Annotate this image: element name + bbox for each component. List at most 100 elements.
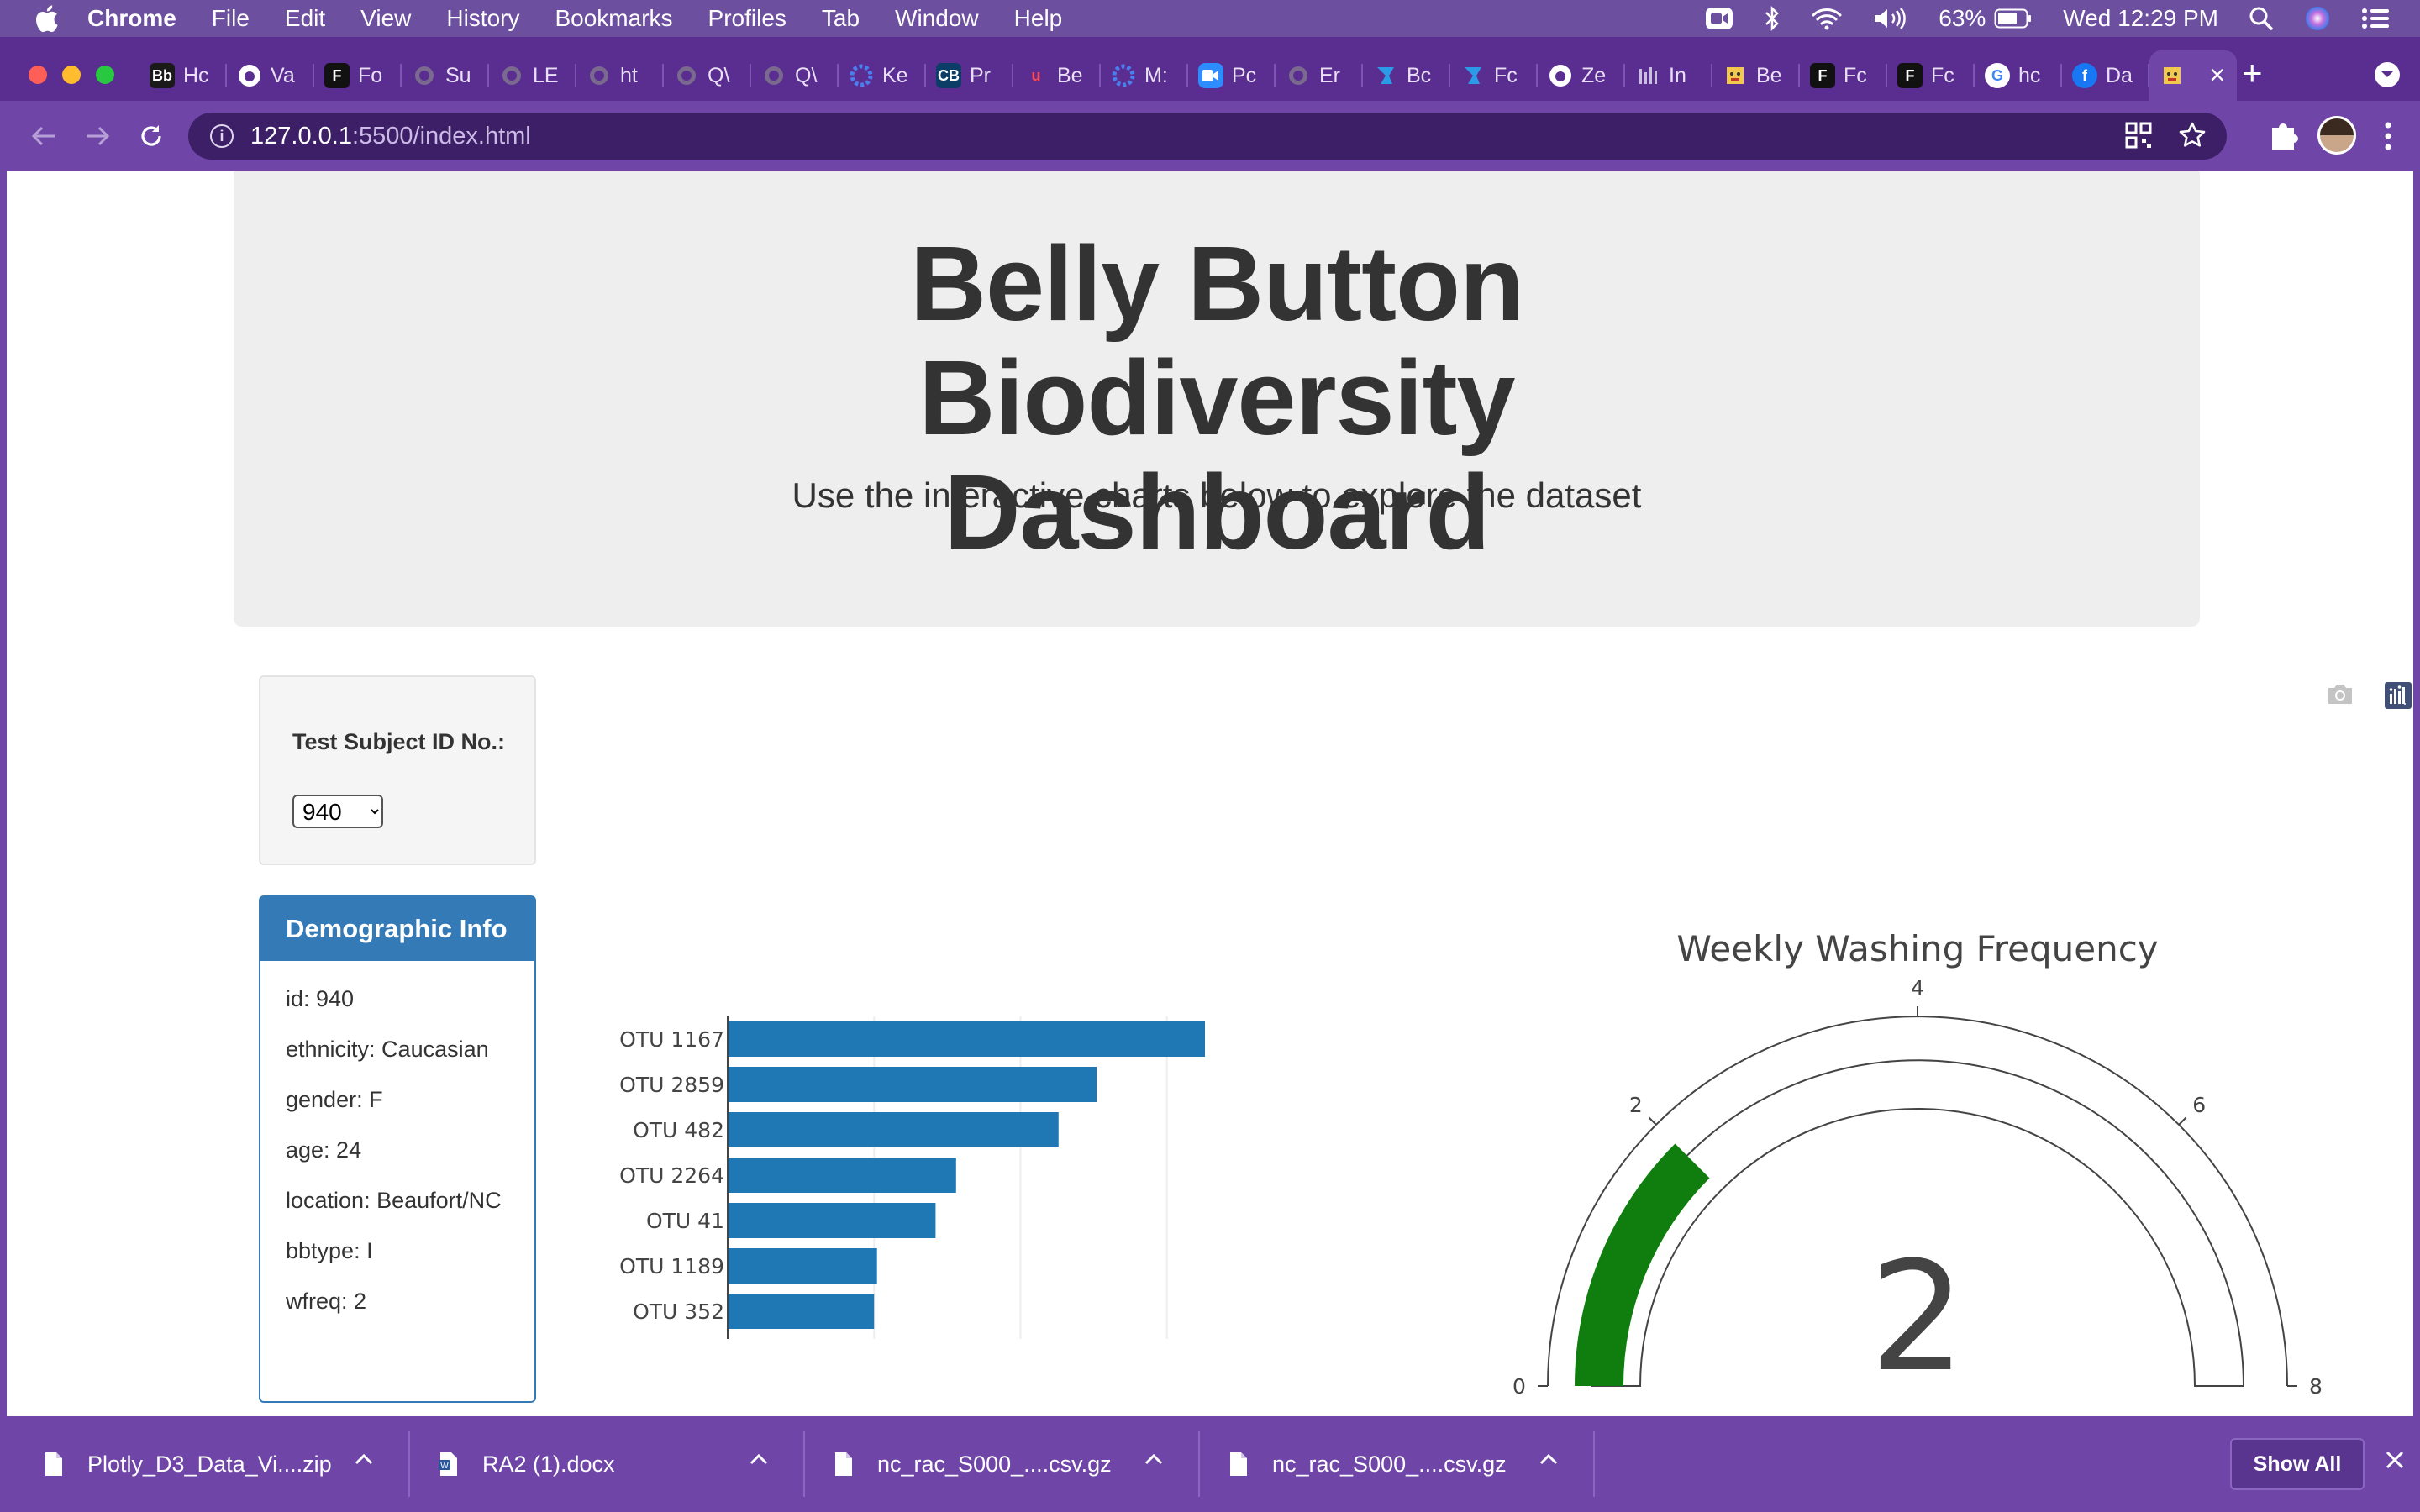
browser-tab[interactable]: Ze bbox=[1538, 50, 1625, 101]
qr-code-icon[interactable] bbox=[2124, 121, 2153, 150]
back-button[interactable] bbox=[25, 118, 62, 155]
svg-text:W: W bbox=[440, 1462, 449, 1471]
clock[interactable]: Wed 12:29 PM bbox=[2063, 5, 2218, 32]
browser-tab[interactable]: In bbox=[1625, 50, 1712, 101]
browser-tab[interactable]: M: bbox=[1101, 50, 1188, 101]
menu-history[interactable]: History bbox=[446, 5, 519, 32]
kebab-menu-icon[interactable] bbox=[2383, 121, 2393, 151]
download-filename: nc_rac_S000_....csv.gz bbox=[877, 1451, 1112, 1477]
browser-tab[interactable]: F Fo bbox=[314, 50, 402, 101]
bar[interactable] bbox=[728, 1248, 877, 1284]
site-info-icon[interactable]: i bbox=[210, 124, 234, 148]
menu-tab[interactable]: Tab bbox=[822, 5, 860, 32]
gear-favicon-icon bbox=[1111, 63, 1136, 88]
browser-tab[interactable]: Pc bbox=[1188, 50, 1276, 101]
siri-icon[interactable] bbox=[2304, 5, 2331, 32]
browser-tab[interactable]: F Fc bbox=[1800, 50, 1887, 101]
chevron-up-icon[interactable] bbox=[1539, 1453, 1558, 1465]
browser-tab[interactable]: Be bbox=[1712, 50, 1800, 101]
tab-title: Be bbox=[1057, 63, 1083, 87]
download-item[interactable]: Plotly_D3_Data_Vi....zip bbox=[44, 1416, 405, 1512]
battery-icon[interactable] bbox=[1994, 8, 2033, 29]
CB-favicon-icon: CB bbox=[936, 63, 961, 88]
plotly-logo-icon[interactable] bbox=[2385, 682, 2412, 709]
browser-tab[interactable]: × bbox=[2149, 50, 2237, 101]
bar[interactable] bbox=[728, 1067, 1097, 1102]
browser-tab[interactable]: Ghc bbox=[1975, 50, 2062, 101]
address-bar[interactable]: i 127.0.0.1:5500/index.html bbox=[188, 113, 2227, 160]
bluetooth-icon[interactable] bbox=[1764, 6, 1781, 31]
menu-window[interactable]: Window bbox=[895, 5, 979, 32]
camera-icon[interactable] bbox=[2326, 682, 2354, 706]
globe-favicon-icon bbox=[1286, 63, 1311, 88]
browser-tab[interactable]: Er bbox=[1276, 50, 1363, 101]
window-minimize-button[interactable] bbox=[62, 66, 81, 84]
tab-title: Er bbox=[1319, 63, 1340, 87]
F-favicon-icon: F bbox=[1810, 63, 1835, 88]
wifi-icon[interactable] bbox=[1811, 7, 1843, 30]
tab-title: hc bbox=[2018, 63, 2041, 87]
control-center-icon[interactable] bbox=[2361, 8, 2390, 29]
browser-tab[interactable]: Bc bbox=[1363, 50, 1450, 101]
browser-tab[interactable]: u Be bbox=[1013, 50, 1101, 101]
menu-bookmarks[interactable]: Bookmarks bbox=[555, 5, 672, 32]
bird-favicon-icon bbox=[1460, 63, 1486, 88]
subject-selector-label: Test Subject ID No.: bbox=[292, 729, 506, 754]
tab-close-icon[interactable]: × bbox=[2209, 60, 2225, 89]
browser-tab[interactable]: ht bbox=[576, 50, 664, 101]
url-host: 127.0.0.1 bbox=[250, 122, 352, 150]
browser-tab[interactable]: Q\ bbox=[664, 50, 751, 101]
close-icon[interactable] bbox=[2385, 1450, 2405, 1470]
menu-app-name[interactable]: Chrome bbox=[87, 5, 176, 32]
extensions-puzzle-icon[interactable] bbox=[2267, 118, 2299, 151]
chevron-up-icon[interactable] bbox=[355, 1453, 373, 1465]
download-item[interactable]: W RA2 (1).docx bbox=[439, 1416, 800, 1512]
bar[interactable] bbox=[728, 1158, 956, 1193]
download-item[interactable]: nc_rac_S000_....csv.gz bbox=[834, 1416, 1195, 1512]
demographic-row: gender: F bbox=[286, 1087, 383, 1112]
window-zoom-button[interactable] bbox=[96, 66, 114, 84]
menu-edit[interactable]: Edit bbox=[285, 5, 325, 32]
F-favicon-icon: F bbox=[1897, 63, 1923, 88]
bar[interactable] bbox=[728, 1203, 936, 1238]
apple-icon[interactable] bbox=[34, 4, 59, 33]
chevron-up-icon[interactable] bbox=[1144, 1453, 1163, 1465]
browser-tab[interactable]: F Fc bbox=[1887, 50, 1975, 101]
browser-tab[interactable]: Fc bbox=[1450, 50, 1538, 101]
spotlight-search-icon[interactable] bbox=[2249, 6, 2274, 31]
otu-bar-chart: OTU 1167 OTU 2859 OTU 482 OTU 2264 OTU 41 OTU… bbox=[619, 1016, 1205, 1339]
show-all-downloads-button[interactable]: Show All bbox=[2230, 1438, 2365, 1490]
bar[interactable] bbox=[728, 1294, 875, 1329]
reload-button[interactable] bbox=[133, 118, 170, 155]
browser-tab[interactable]: LE bbox=[489, 50, 576, 101]
browser-tab[interactable]: Q\ bbox=[751, 50, 839, 101]
browser-tab[interactable]: Ke bbox=[839, 50, 926, 101]
window-close-button[interactable] bbox=[29, 66, 47, 84]
y-tick-label: OTU 352 bbox=[633, 1299, 724, 1324]
tab-title: Q\ bbox=[708, 63, 730, 87]
forward-button[interactable] bbox=[79, 118, 116, 155]
bar[interactable] bbox=[728, 1021, 1205, 1057]
menu-profiles[interactable]: Profiles bbox=[708, 5, 786, 32]
bookmark-star-icon[interactable] bbox=[2178, 121, 2207, 150]
browser-tab[interactable]: f Da bbox=[2062, 50, 2149, 101]
chevron-up-icon[interactable] bbox=[750, 1453, 768, 1465]
browser-tab[interactable]: Bb Hc bbox=[139, 50, 227, 101]
menu-file[interactable]: File bbox=[212, 5, 250, 32]
bar[interactable] bbox=[728, 1112, 1059, 1147]
zoom-camera-icon[interactable] bbox=[1705, 7, 1733, 30]
profile-avatar[interactable] bbox=[2317, 116, 2356, 155]
browser-tab[interactable]: Su bbox=[402, 50, 489, 101]
tab-title: Hc bbox=[183, 63, 209, 87]
browser-tab[interactable]: Va bbox=[227, 50, 314, 101]
new-tab-button[interactable]: + bbox=[2242, 52, 2263, 94]
tab-search-button[interactable] bbox=[2375, 62, 2400, 87]
volume-icon[interactable] bbox=[1873, 7, 1908, 30]
menu-view[interactable]: View bbox=[360, 5, 411, 32]
browser-tab[interactable]: CB Pr bbox=[926, 50, 1013, 101]
download-item[interactable]: nc_rac_S000_....csv.gz bbox=[1228, 1416, 1590, 1512]
subject-id-dropdown[interactable]: 940 bbox=[292, 795, 383, 828]
tab-title: Va bbox=[271, 63, 295, 87]
gauge-tick bbox=[1648, 1116, 1657, 1126]
menu-help[interactable]: Help bbox=[1014, 5, 1063, 32]
